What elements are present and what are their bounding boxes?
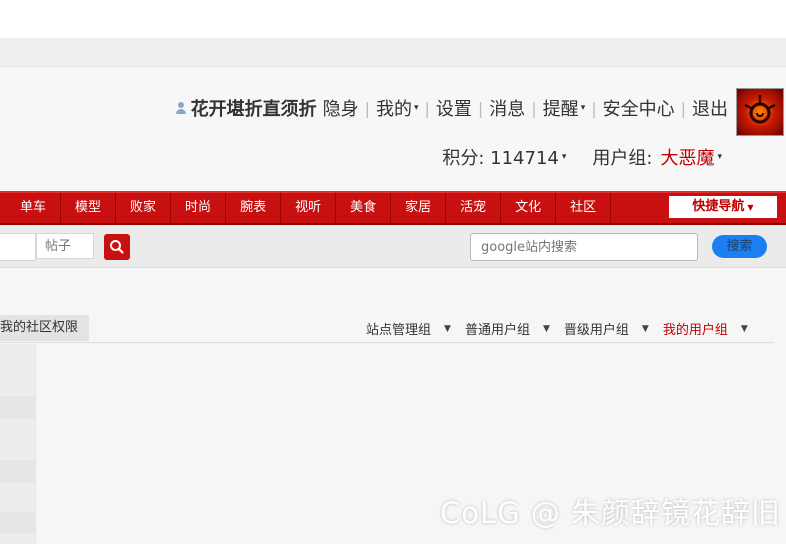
nav-item-shopping[interactable]: 败家 bbox=[116, 193, 172, 223]
chevron-down-icon: ▾ bbox=[561, 152, 567, 162]
google-search-button[interactable]: 搜索 bbox=[712, 235, 767, 258]
nav-item-watch[interactable]: 腕表 bbox=[226, 193, 282, 223]
avatar[interactable] bbox=[736, 88, 784, 136]
table-row bbox=[0, 512, 35, 534]
group-site-admin[interactable]: 站点管理组 ▼ bbox=[366, 319, 451, 338]
nav-items: 单车 模型 败家 时尚 腕表 视听 美食 家居 活宠 文化 社区 bbox=[6, 193, 612, 223]
search-input[interactable] bbox=[0, 233, 36, 261]
messages-link[interactable]: 消息 bbox=[489, 95, 525, 121]
watermark: CoLG @ 朱颜辞镜花辞旧 bbox=[440, 496, 782, 530]
separator: | bbox=[591, 98, 597, 118]
chevron-down-icon: ▾ bbox=[413, 103, 419, 113]
separator: | bbox=[364, 98, 370, 118]
tab-my-permissions[interactable]: 我的社区权限 bbox=[0, 315, 89, 341]
separator: | bbox=[477, 98, 484, 118]
chevron-down-icon: ▾ bbox=[580, 103, 586, 113]
swirl-logo-icon bbox=[744, 95, 776, 124]
header-area bbox=[0, 67, 786, 190]
chevron-down-icon: ▾ bbox=[717, 152, 722, 162]
search-type-select[interactable]: 帖子 bbox=[36, 233, 94, 259]
nav-item-community[interactable]: 社区 bbox=[556, 193, 612, 223]
chevron-down-icon: ▼ bbox=[740, 323, 748, 334]
nav-item-food[interactable]: 美食 bbox=[336, 193, 392, 223]
nav-item-culture[interactable]: 文化 bbox=[501, 193, 557, 223]
top-blank-area bbox=[0, 0, 786, 38]
group-label: 我的用户组 bbox=[662, 323, 728, 338]
group-my-group[interactable]: 我的用户组 ▼ bbox=[663, 319, 748, 338]
separator: | bbox=[424, 98, 430, 118]
invisible-link[interactable]: 隐身 bbox=[323, 95, 359, 121]
user-icon bbox=[175, 101, 187, 115]
nav-item-model[interactable]: 模型 bbox=[61, 193, 117, 223]
group-filters: 站点管理组 ▼ 普通用户组 ▼ 晋级用户组 ▼ 我的用户组 ▼ bbox=[366, 319, 762, 338]
reminders-menu[interactable]: 提醒 bbox=[543, 95, 579, 121]
chevron-down-icon: ▼ bbox=[747, 203, 754, 212]
column-divider bbox=[35, 344, 36, 544]
user-group-label: 用户组: bbox=[592, 148, 653, 169]
search-icon bbox=[110, 240, 124, 254]
nav-item-fashion[interactable]: 时尚 bbox=[171, 193, 227, 223]
score-line: 积分: 114714 ▾ 用户组: 大恶魔 ▾ bbox=[442, 144, 722, 170]
security-center-link[interactable]: 安全中心 bbox=[603, 95, 675, 121]
google-search-input[interactable] bbox=[470, 233, 698, 261]
score-menu[interactable]: 积分: 114714 bbox=[442, 144, 559, 170]
group-regular-user[interactable]: 普通用户组 ▼ bbox=[465, 319, 550, 338]
group-label: 站点管理组 bbox=[366, 323, 432, 338]
nav-item-bike[interactable]: 单车 bbox=[6, 193, 62, 223]
group-promoted-user[interactable]: 晋级用户组 ▼ bbox=[564, 319, 649, 338]
separator: | bbox=[680, 98, 686, 118]
chevron-down-icon: ▼ bbox=[542, 323, 550, 334]
user-group-name[interactable]: 大恶魔 bbox=[660, 144, 714, 170]
separator: | bbox=[531, 98, 537, 118]
logout-link[interactable]: 退出 bbox=[692, 95, 728, 121]
nav-item-pets[interactable]: 活宠 bbox=[446, 193, 502, 223]
username-link[interactable]: 花开堪折直须折 bbox=[191, 95, 317, 121]
group-label: 普通用户组 bbox=[464, 323, 530, 338]
chevron-down-icon: ▼ bbox=[444, 323, 451, 334]
chevron-down-icon: ▼ bbox=[641, 323, 649, 334]
table-row bbox=[0, 396, 35, 418]
nav-item-audiovisual[interactable]: 视听 bbox=[281, 193, 337, 223]
settings-link[interactable]: 设置 bbox=[436, 95, 472, 121]
top-strip bbox=[0, 38, 786, 67]
quick-nav-label: 快捷导航 bbox=[692, 199, 745, 214]
table-row bbox=[0, 460, 35, 482]
search-button[interactable] bbox=[104, 234, 130, 260]
quick-nav-button[interactable]: 快捷导航 ▼ bbox=[669, 196, 777, 218]
my-menu[interactable]: 我的 bbox=[376, 95, 412, 121]
nav-item-home[interactable]: 家居 bbox=[391, 193, 447, 223]
user-menu: 花开堪折直须折 隐身 | 我的 ▾ | 设置 | 消息 | 提醒 ▾ | 安全中… bbox=[175, 95, 728, 121]
group-label: 晋级用户组 bbox=[563, 323, 629, 338]
